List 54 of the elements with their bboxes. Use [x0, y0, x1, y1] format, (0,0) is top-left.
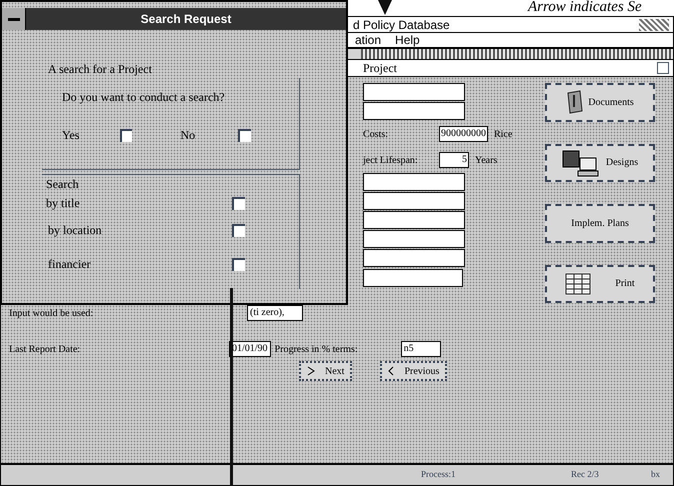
input-field[interactable]	[363, 192, 465, 210]
input-field[interactable]	[363, 249, 465, 267]
window-controls-icon[interactable]	[639, 18, 669, 30]
option-label: by title	[46, 195, 80, 212]
unit-label: Rice	[494, 128, 512, 142]
system-menu-icon[interactable]	[2, 8, 26, 30]
status-text: bx	[651, 468, 660, 482]
book-icon	[566, 89, 584, 116]
side-button[interactable]: Documents	[545, 83, 655, 122]
window-title: d Policy Database	[353, 16, 451, 34]
field-label: Costs:	[363, 128, 390, 142]
checkbox[interactable]	[238, 128, 251, 142]
nav-button[interactable]: Previous	[380, 361, 448, 381]
menu-item[interactable]: ation	[355, 31, 382, 49]
unit-label: Years	[475, 154, 498, 168]
choice-label: No	[180, 127, 196, 144]
checkbox[interactable]	[232, 196, 245, 210]
option-label: financier	[48, 256, 91, 273]
form-title: Project	[363, 60, 398, 77]
back-icon	[388, 366, 394, 376]
input-field[interactable]: n5	[400, 341, 441, 357]
input-field[interactable]	[363, 83, 465, 101]
table-icon	[565, 272, 592, 295]
play-icon	[307, 366, 315, 376]
arrow-icon	[378, 0, 392, 15]
field-label: Last Report Date:	[9, 342, 82, 356]
input-field[interactable]	[363, 102, 465, 120]
checkbox[interactable]	[232, 258, 245, 270]
checkbox[interactable]	[120, 128, 132, 142]
side-button[interactable]: Implem. Plans	[545, 204, 655, 242]
input-field[interactable]	[363, 230, 465, 248]
status-text: Rec 2/3	[571, 468, 600, 482]
side-button[interactable]: Print	[545, 264, 655, 303]
input-field[interactable]: (ti zero),	[247, 305, 303, 321]
option-label: by location	[48, 222, 102, 239]
input-field[interactable]: 900000000	[439, 126, 488, 142]
field-label: ject Lifespan:	[363, 154, 419, 168]
menu-item[interactable]: Help	[395, 31, 420, 49]
field-label: Progress in % terms:	[274, 342, 359, 356]
input-field[interactable]	[363, 211, 465, 229]
dialog-title: Search Request	[140, 11, 232, 28]
side-button[interactable]: Designs	[545, 144, 655, 182]
input-field[interactable]	[363, 173, 465, 191]
input-field[interactable]: 01/01/90	[229, 341, 271, 357]
input-field[interactable]	[363, 269, 463, 287]
section-heading: A search for a Project	[48, 61, 153, 78]
checkbox[interactable]	[232, 224, 245, 236]
status-text: Process:1	[421, 468, 456, 482]
field-label: Input would be used:	[9, 306, 94, 320]
choice-label: Yes	[62, 127, 80, 144]
group-label: Search	[46, 176, 80, 193]
input-field[interactable]: 5	[439, 152, 469, 168]
question-text: Do you want to conduct a search?	[62, 89, 226, 106]
nav-button[interactable]: Next	[299, 361, 352, 381]
